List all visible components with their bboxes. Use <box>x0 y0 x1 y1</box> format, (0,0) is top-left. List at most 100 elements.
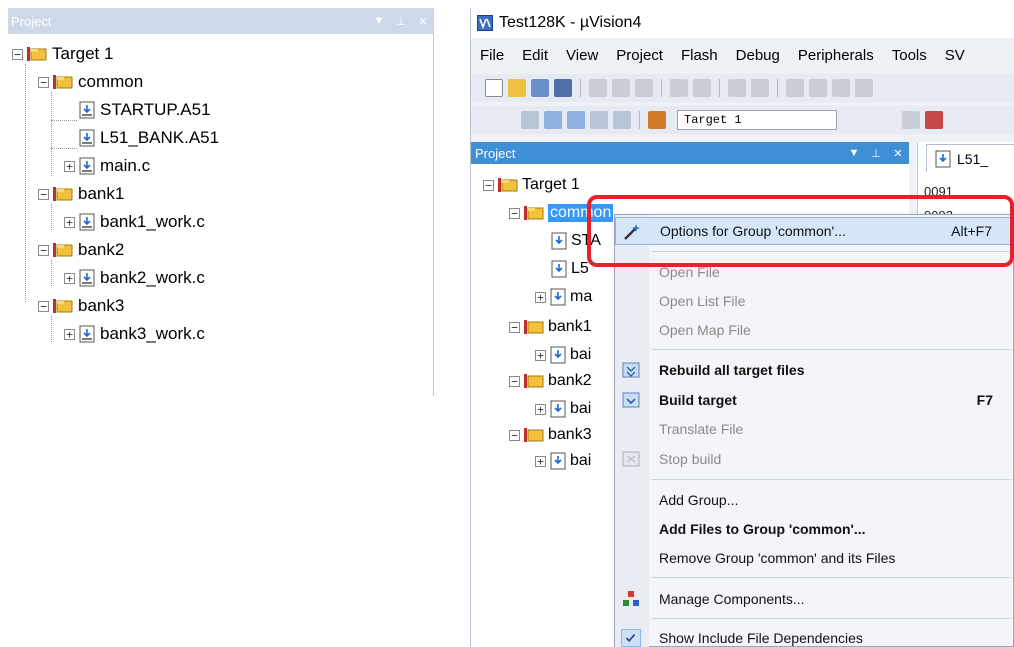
rtree-item-file-bank1work[interactable]: + bai <box>535 342 591 368</box>
tree-item-file-mainc[interactable]: + main.c <box>64 152 150 180</box>
menu-item-build-target[interactable]: Build target F7 <box>615 386 1014 414</box>
tree-item-group-common[interactable]: − common <box>38 68 143 96</box>
expand-icon[interactable]: + <box>535 403 546 415</box>
rtree-item-target[interactable]: − Target 1 <box>483 172 580 198</box>
expand-icon[interactable]: + <box>64 328 75 340</box>
tree-item-group-bank2[interactable]: − bank2 <box>38 236 124 264</box>
bookmark-next-icon[interactable] <box>832 79 850 97</box>
menu-item-show-include[interactable]: Show Include File Dependencies <box>615 624 1014 647</box>
nav-forward-icon[interactable] <box>751 79 769 97</box>
rtree-item-group-common[interactable]: − common <box>509 200 614 226</box>
rtree-item-file-bank3work[interactable]: + bai <box>535 448 591 474</box>
new-file-icon[interactable] <box>485 79 503 97</box>
menu-item-translate-file[interactable]: Translate File <box>615 415 1014 443</box>
rtree-item-file-startup[interactable]: STA <box>551 228 601 254</box>
left-pane-header: Project ▼ ⊥ ✕ <box>8 8 434 34</box>
expand-icon[interactable]: + <box>535 455 546 467</box>
menu-item-add-files[interactable]: Add Files to Group 'common'... <box>615 515 1014 543</box>
tree-item-file-startup[interactable]: STARTUP.A51 <box>79 96 211 124</box>
collapse-icon[interactable]: − <box>509 321 520 333</box>
menu-tools[interactable]: Tools <box>883 47 936 64</box>
menu-item-remove-group[interactable]: Remove Group 'common' and its Files <box>615 544 1014 572</box>
rtree-item-group-bank3[interactable]: − bank3 <box>509 422 592 448</box>
rtree-item-file-bank2work[interactable]: + bai <box>535 396 591 422</box>
tree-label-common: common <box>78 72 144 91</box>
rtree-label-target: Target 1 <box>522 176 580 193</box>
menu-item-open-map-file[interactable]: Open Map File <box>615 316 1014 344</box>
copy-icon[interactable] <box>612 79 630 97</box>
bookmark-icon[interactable] <box>786 79 804 97</box>
expand-icon[interactable]: + <box>535 291 546 303</box>
rtree-item-file-l51bank[interactable]: L5 <box>551 256 589 282</box>
build-icon[interactable] <box>544 111 562 129</box>
download-icon[interactable] <box>648 111 666 129</box>
editor-tab[interactable]: L51_ <box>926 144 1014 172</box>
rtree-item-file-mainc[interactable]: + ma <box>535 284 592 310</box>
expand-icon[interactable]: + <box>64 272 75 284</box>
collapse-icon[interactable]: − <box>38 76 49 88</box>
menu-project[interactable]: Project <box>607 47 672 64</box>
collapse-icon[interactable]: − <box>509 429 520 441</box>
collapse-icon[interactable]: − <box>38 188 49 200</box>
save-all-icon[interactable] <box>554 79 572 97</box>
menu-peripherals[interactable]: Peripherals <box>789 47 883 64</box>
expand-icon[interactable]: + <box>535 349 546 361</box>
menu-debug[interactable]: Debug <box>727 47 789 64</box>
expand-icon[interactable]: + <box>64 160 75 172</box>
menu-item-options-for-group[interactable]: Options for Group 'common'... Alt+F7 <box>615 217 1014 245</box>
collapse-icon[interactable]: − <box>483 179 494 191</box>
target-select[interactable]: Target 1 <box>677 110 837 130</box>
dropdown-icon[interactable]: ▼ <box>843 147 865 159</box>
tree-item-file-bank2work[interactable]: + bank2_work.c <box>64 264 205 292</box>
menu-item-open-file[interactable]: Open File <box>615 258 1014 286</box>
collapse-icon[interactable]: − <box>509 375 520 387</box>
pin-icon[interactable]: ⊥ <box>865 147 887 160</box>
menu-svcs[interactable]: SV <box>936 47 974 64</box>
save-icon[interactable] <box>531 79 549 97</box>
menu-file[interactable]: File <box>471 47 513 64</box>
pin-icon[interactable]: ⊥ <box>390 15 412 28</box>
collapse-icon[interactable]: − <box>12 48 23 60</box>
window-titlebar: Test128K - µVision4 <box>471 8 1014 38</box>
rtree-item-group-bank1[interactable]: − bank1 <box>509 314 592 340</box>
tree-label-bank2: bank2 <box>78 240 125 259</box>
target-options-icon[interactable] <box>902 111 920 129</box>
menu-flash[interactable]: Flash <box>672 47 727 64</box>
menu-item-rebuild[interactable]: Rebuild all target files <box>615 356 1014 384</box>
bookmark-clear-icon[interactable] <box>855 79 873 97</box>
manage-components-icon[interactable] <box>925 111 943 129</box>
tree-line <box>51 92 52 176</box>
collapse-icon[interactable]: − <box>509 207 520 219</box>
dropdown-icon[interactable]: ▼ <box>368 15 390 27</box>
translate-icon[interactable] <box>521 111 539 129</box>
open-folder-icon[interactable] <box>508 79 526 97</box>
tree-item-file-l51bank[interactable]: L51_BANK.A51 <box>79 124 219 152</box>
menu-item-add-group[interactable]: Add Group... <box>615 486 1014 514</box>
close-icon[interactable]: ✕ <box>412 15 434 28</box>
menu-item-stop-build[interactable]: Stop build <box>615 445 1014 473</box>
tree-item-file-bank1work[interactable]: + bank1_work.c <box>64 208 205 236</box>
menu-item-manage-components[interactable]: Manage Components... <box>615 585 1014 613</box>
rtree-item-group-bank2[interactable]: − bank2 <box>509 368 592 394</box>
close-icon[interactable]: ✕ <box>887 147 909 160</box>
batch-build-icon[interactable] <box>590 111 608 129</box>
menu-item-open-list-file[interactable]: Open List File <box>615 287 1014 315</box>
stop-build-icon[interactable] <box>613 111 631 129</box>
redo-icon[interactable] <box>693 79 711 97</box>
paste-icon[interactable] <box>635 79 653 97</box>
rebuild-icon[interactable] <box>567 111 585 129</box>
tree-item-group-bank1[interactable]: − bank1 <box>38 180 124 208</box>
tree-item-group-bank3[interactable]: − bank3 <box>38 292 124 320</box>
undo-icon[interactable] <box>670 79 688 97</box>
collapse-icon[interactable]: − <box>38 300 49 312</box>
nav-back-icon[interactable] <box>728 79 746 97</box>
rtree-label-bank3: bank3 <box>548 426 592 443</box>
bookmark-prev-icon[interactable] <box>809 79 827 97</box>
cut-icon[interactable] <box>589 79 607 97</box>
expand-icon[interactable]: + <box>64 216 75 228</box>
tree-item-file-bank3work[interactable]: + bank3_work.c <box>64 320 205 348</box>
collapse-icon[interactable]: − <box>38 244 49 256</box>
tree-item-target[interactable]: − Target 1 <box>12 40 113 68</box>
menu-edit[interactable]: Edit <box>513 47 557 64</box>
menu-view[interactable]: View <box>557 47 607 64</box>
